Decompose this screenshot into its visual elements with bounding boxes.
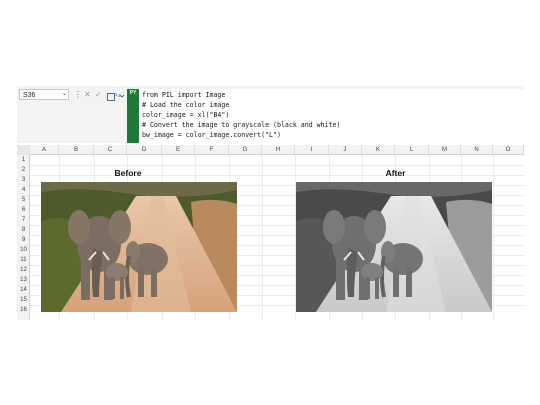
after-title: After [385, 168, 406, 178]
code-line: # Load the color image [142, 101, 230, 109]
code-line: from PIL import Image [142, 91, 226, 99]
code-line: color_image = xl("B4") [142, 111, 230, 119]
column-header-h[interactable]: H [262, 145, 295, 155]
python-insert-icon[interactable]: 1 2 [106, 89, 125, 101]
cancel-icon[interactable]: ✕ [84, 89, 92, 100]
row-header-10[interactable]: 10 [17, 245, 30, 255]
column-header-o[interactable]: O [493, 145, 524, 155]
column-header-f[interactable]: F [195, 145, 229, 155]
chevron-down-icon[interactable]: ⌄ [62, 89, 70, 100]
after-image[interactable] [296, 182, 492, 312]
column-header-m[interactable]: M [429, 145, 461, 155]
gridline [30, 165, 524, 166]
column-header-l[interactable]: L [395, 145, 429, 155]
column-header-k[interactable]: K [362, 145, 395, 155]
column-header-a[interactable]: A [30, 145, 59, 155]
select-all-corner[interactable] [17, 145, 30, 155]
row-header-13[interactable]: 13 [17, 275, 30, 285]
row-header-12[interactable]: 12 [17, 265, 30, 275]
row-header-15[interactable]: 15 [17, 295, 30, 305]
column-header-n[interactable]: N [461, 145, 493, 155]
code-line: # Convert the image to grayscale (black … [142, 121, 341, 129]
row-header-4[interactable]: 4 [17, 185, 30, 195]
row-header-6[interactable]: 6 [17, 205, 30, 215]
row-header-2[interactable]: 2 [17, 165, 30, 175]
before-image[interactable] [41, 182, 237, 312]
column-header-d[interactable]: D [127, 145, 162, 155]
row-header-7[interactable]: 7 [17, 215, 30, 225]
row-header-5[interactable]: 5 [17, 195, 30, 205]
column-header-i[interactable]: I [295, 145, 329, 155]
row-header-14[interactable]: 14 [17, 285, 30, 295]
column-header-g[interactable]: G [229, 145, 262, 155]
row-header-11[interactable]: 11 [17, 255, 30, 265]
more-options-icon[interactable]: ⋮ [74, 89, 82, 100]
column-header-b[interactable]: B [59, 145, 94, 155]
before-title: Before [114, 168, 142, 178]
row-header-9[interactable]: 9 [17, 235, 30, 245]
row-header-3[interactable]: 3 [17, 175, 30, 185]
python-mode-label: PY [129, 90, 137, 96]
python-mode-badge [127, 89, 139, 143]
row-header-1[interactable]: 1 [17, 155, 30, 165]
column-header-c[interactable]: C [94, 145, 127, 155]
enter-icon[interactable]: ✓ [95, 89, 103, 100]
column-header-e[interactable]: E [162, 145, 195, 155]
code-line: bw_image = color_image.convert("L") [142, 131, 281, 139]
row-header-8[interactable]: 8 [17, 225, 30, 235]
column-header-j[interactable]: J [329, 145, 362, 155]
row-header-16[interactable]: 16 [17, 305, 30, 315]
